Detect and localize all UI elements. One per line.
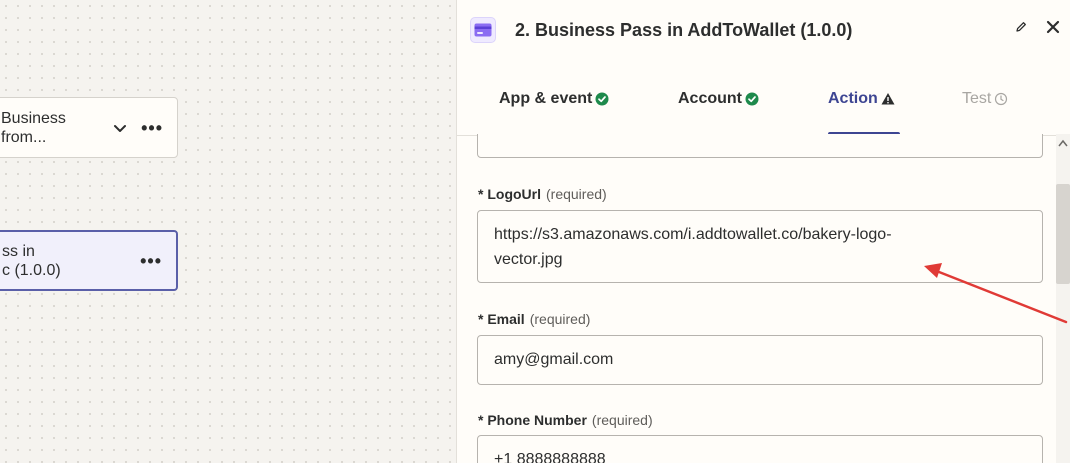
field-name: Phone Number	[487, 412, 587, 428]
more-options-icon[interactable]: •••	[140, 252, 162, 270]
phone-number-input[interactable]: +1 8888888888	[477, 435, 1043, 463]
logourl-value-line-1: https://s3.amazonaws.com/i.addtowallet.c…	[494, 226, 892, 243]
field-name: LogoUrl	[487, 186, 541, 202]
tab-account[interactable]: Account	[678, 90, 759, 108]
check-circle-icon	[595, 92, 609, 106]
warning-icon	[881, 93, 895, 105]
tab-label: Action	[828, 90, 878, 107]
field-name: Email	[487, 311, 525, 327]
required-star: *	[478, 186, 484, 202]
check-circle-icon	[745, 92, 759, 106]
logourl-label: * LogoUrl (required)	[478, 186, 607, 202]
panel-header: 2. Business Pass in AddToWallet (1.0.0)	[457, 0, 1070, 60]
step-title-line-1: Business	[1, 109, 66, 127]
close-icon[interactable]	[1044, 18, 1062, 36]
logourl-value-line-2: vector.jpg	[494, 251, 563, 268]
tab-label: Account	[678, 90, 742, 107]
required-text: (required)	[546, 186, 607, 202]
tab-action[interactable]: Action	[828, 90, 895, 108]
panel-title: 2. Business Pass in AddToWallet (1.0.0)	[515, 19, 853, 40]
more-options-icon[interactable]: •••	[141, 119, 163, 137]
workflow-step-action-selected[interactable]: ss in c (1.0.0) •••	[0, 230, 178, 291]
clock-icon	[995, 92, 1008, 106]
workflow-canvas[interactable]: Business from... ••• ss in c (1.0.0) •••	[0, 0, 456, 463]
step-title-line-2: from...	[1, 128, 47, 146]
tab-label: App & event	[499, 90, 593, 107]
step-editor-panel: 2. Business Pass in AddToWallet (1.0.0) …	[456, 0, 1070, 463]
step-title: Business from...	[1, 109, 109, 147]
chevron-down-icon[interactable]	[113, 121, 127, 135]
step-title-line-1: ss in	[2, 242, 35, 260]
logourl-input[interactable]: https://s3.amazonaws.com/i.addtowallet.c…	[477, 210, 1043, 283]
step-title: ss in c (1.0.0)	[2, 242, 110, 280]
required-text: (required)	[591, 412, 653, 428]
required-star: *	[478, 412, 484, 428]
scrollbar-thumb[interactable]	[1056, 184, 1070, 284]
tab-test[interactable]: Test	[962, 90, 1008, 108]
scroll-up-arrow-icon[interactable]	[1058, 139, 1068, 147]
tab-app-event[interactable]: App & event	[499, 90, 609, 108]
step-tabs: App & event Account Action Test	[457, 60, 1070, 136]
required-star: *	[478, 311, 484, 327]
wallet-app-icon	[470, 17, 496, 43]
email-input[interactable]: amy@gmail.com	[477, 335, 1043, 385]
required-text: (required)	[529, 311, 591, 327]
phone-number-label: * Phone Number (required)	[478, 412, 653, 428]
email-label: * Email (required)	[478, 311, 590, 327]
action-form: Enter text... * LogoUrl (required) https:…	[457, 134, 1057, 463]
workflow-step-trigger[interactable]: Business from... •••	[0, 97, 178, 158]
step-title-line-2: c (1.0.0)	[2, 261, 61, 279]
tab-label: Test	[962, 90, 992, 107]
edit-pencil-icon[interactable]	[1012, 18, 1030, 36]
previous-field-input[interactable]: Enter text...	[477, 134, 1043, 158]
